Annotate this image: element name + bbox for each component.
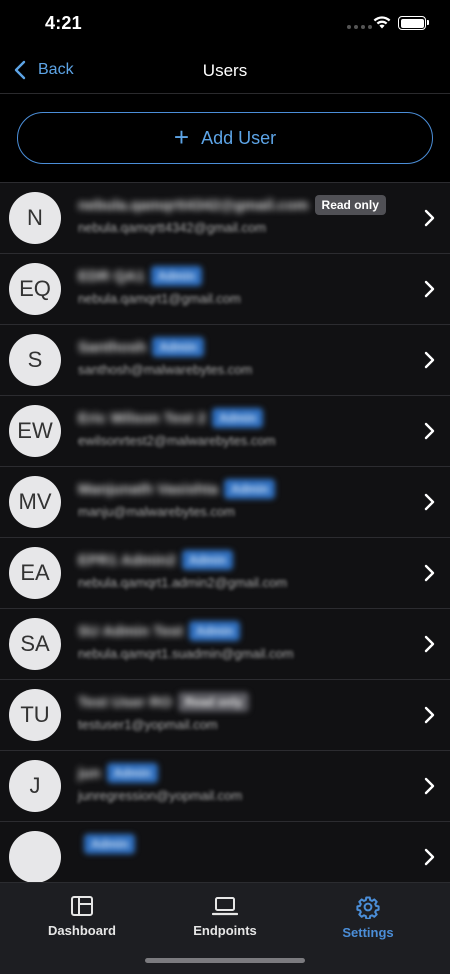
avatar: SA	[9, 618, 61, 670]
user-row[interactable]: EA EPR1 Admin2 Admin nebula.qamqrt1.admi…	[0, 537, 450, 608]
role-badge: Admin	[152, 337, 204, 357]
page-title: Users	[202, 61, 248, 80]
user-email: nebula.qamqrtt4342@gmail.com	[78, 220, 267, 235]
user-name: EPR1 Admin2	[78, 551, 176, 569]
user-email: nebula.qamqrt1.admin2@gmail.com	[78, 575, 288, 590]
role-badge: Admin	[106, 763, 158, 783]
role-badge: Admin	[211, 408, 264, 428]
role-badge: Read only	[177, 692, 250, 712]
user-email: testuser1@yopmail.com	[78, 717, 218, 732]
tab-settings[interactable]: Settings	[303, 895, 433, 940]
navigation-bar: Back Users	[0, 48, 450, 94]
avatar: S	[9, 334, 61, 386]
chevron-right-icon	[424, 777, 435, 795]
chevron-right-icon	[424, 706, 435, 724]
user-name: EDR QA1	[78, 267, 145, 285]
user-row[interactable]: SA SU Admin Test Admin nebula.qamqrt1.su…	[0, 608, 450, 679]
gear-icon	[356, 896, 380, 919]
tab-label: Endpoints	[193, 923, 257, 938]
user-row[interactable]: TU Test User RO Read only testuser1@yopm…	[0, 679, 450, 750]
tab-dashboard[interactable]: Dashboard	[17, 895, 147, 938]
user-name: Manjunath Vasishta	[78, 480, 219, 498]
user-row[interactable]: J jun Admin junregression@yopmail.com	[0, 750, 450, 821]
user-row[interactable]: MV Manjunath Vasishta Admin manju@malwar…	[0, 466, 450, 537]
battery-icon	[398, 16, 429, 30]
user-email: manju@malwarebytes.com	[78, 504, 235, 519]
user-email: nebula.qamqrt1.suadmin@gmail.com	[78, 646, 294, 661]
role-badge: Read only	[314, 195, 386, 215]
tab-endpoints[interactable]: Endpoints	[160, 895, 290, 938]
status-bar: 4:21	[0, 0, 450, 48]
role-badge: Admin	[224, 479, 276, 499]
status-time: 4:21	[45, 13, 82, 33]
user-name: Eric Wilson Test 2	[78, 409, 206, 427]
add-user-button[interactable]: + Add User	[17, 112, 433, 164]
wifi-icon	[373, 16, 391, 29]
dashboard-icon	[71, 896, 93, 916]
avatar	[9, 831, 61, 882]
home-indicator	[145, 958, 305, 963]
role-badge: Admin	[189, 621, 241, 641]
user-row[interactable]: EQ EDR QA1 Admin nebula.qamqrt1@gmail.co…	[0, 253, 450, 324]
user-name: SU Admin Test	[78, 622, 184, 640]
avatar: EA	[9, 547, 61, 599]
add-user-label: Add User	[201, 127, 277, 148]
user-row[interactable]: EW Eric Wilson Test 2 Admin ewilsonrtest…	[0, 395, 450, 466]
chevron-right-icon	[424, 564, 435, 582]
user-email: junregression@yopmail.com	[78, 788, 243, 803]
user-list: N nebula.qamqrtt4342@gmail.com Read only…	[0, 182, 450, 882]
chevron-right-icon	[424, 280, 435, 298]
user-row[interactable]: N nebula.qamqrtt4342@gmail.com Read only…	[0, 182, 450, 253]
chevron-right-icon	[424, 422, 435, 440]
user-email: ewilsonrtest2@malwarebytes.com	[78, 433, 276, 448]
laptop-icon	[212, 897, 238, 916]
user-name: Santhosh	[78, 338, 147, 356]
tab-label: Settings	[342, 925, 394, 940]
user-row[interactable]: S Santhosh Admin santhosh@malwarebytes.c…	[0, 324, 450, 395]
avatar: J	[9, 760, 61, 812]
avatar: N	[9, 192, 61, 244]
avatar: MV	[9, 476, 61, 528]
plus-icon: +	[173, 122, 190, 152]
tab-label: Dashboard	[48, 923, 116, 938]
chevron-right-icon	[424, 848, 435, 866]
chevron-right-icon	[424, 351, 435, 369]
avatar: EW	[9, 405, 61, 457]
user-name: Test User RO	[78, 693, 172, 711]
chevron-right-icon	[424, 493, 435, 511]
role-badge: Admin	[84, 834, 136, 854]
user-name: jun	[78, 764, 101, 782]
user-name: nebula.qamqrtt4342@gmail.com	[78, 196, 309, 214]
user-row[interactable]: Admin	[0, 821, 450, 882]
user-email: nebula.qamqrt1@gmail.com	[78, 291, 241, 306]
chevron-right-icon	[424, 635, 435, 653]
signal-icon	[347, 25, 372, 29]
user-email: santhosh@malwarebytes.com	[78, 362, 253, 377]
role-badge: Admin	[150, 266, 203, 286]
avatar: TU	[9, 689, 61, 741]
chevron-right-icon	[424, 209, 435, 227]
role-badge: Admin	[181, 550, 234, 570]
avatar: EQ	[9, 263, 61, 315]
